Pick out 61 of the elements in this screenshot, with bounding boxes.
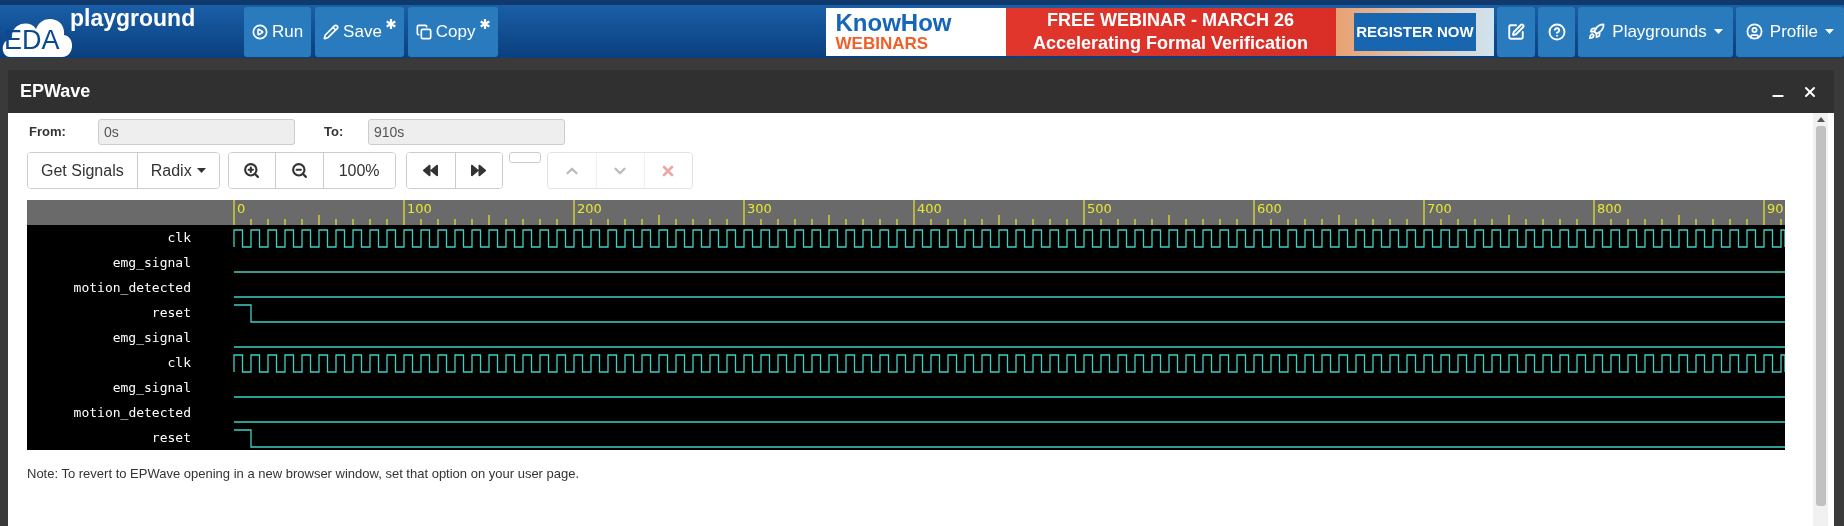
menu-button[interactable]: Profile	[1735, 6, 1844, 57]
banner-headline: FREE WEBINAR - MARCH 26	[1047, 9, 1295, 32]
forward-button[interactable]	[454, 153, 502, 188]
ruler-label: 90	[1767, 201, 1784, 216]
ruler-label: 600	[1257, 201, 1282, 216]
banner-brand: KnowHow	[835, 11, 953, 35]
zoom-in-icon	[243, 162, 261, 179]
signal-name[interactable]: emg_signal	[112, 327, 191, 348]
ruler-label: 500	[1087, 201, 1112, 216]
help-icon	[1547, 22, 1566, 41]
ruler-label: 800	[1597, 201, 1622, 216]
ruler-label: 700	[1427, 201, 1452, 216]
to-label: To:	[324, 123, 345, 142]
toolbar-button[interactable]: Save	[315, 6, 404, 57]
signal-name[interactable]: reset	[151, 427, 191, 448]
ruler-label: 400	[917, 201, 942, 216]
banner-subbrand: WEBINARS	[835, 35, 930, 52]
signal-name[interactable]: motion_detected	[73, 402, 191, 423]
scrollbar-thumb[interactable]	[1815, 126, 1826, 506]
signal-name[interactable]: clk	[167, 352, 191, 373]
banner-subtitle: Accelerating Formal Verification	[1033, 31, 1309, 54]
brand-name: playground	[70, 7, 196, 30]
forward-icon	[471, 163, 487, 178]
from-label: From:	[28, 123, 67, 142]
ruler-label: 100	[407, 201, 432, 216]
caret-icon	[196, 168, 206, 173]
copy-icon	[415, 23, 432, 40]
pencil-icon	[323, 23, 340, 40]
webinar-banner[interactable]: KnowHow WEBINARS FREE WEBINAR - MARCH 26 Accelerating Formal Verification REGISTER NOW	[825, 7, 1495, 56]
toolbar-button[interactable]: Run	[243, 6, 312, 57]
edit-icon	[1507, 22, 1526, 41]
logo-text: EDA	[4, 27, 60, 54]
scrollbar[interactable]	[1813, 113, 1828, 526]
play-icon	[251, 23, 268, 40]
signal-name[interactable]: emg_signal	[112, 252, 191, 273]
toolbar-button[interactable]: Copy	[407, 6, 498, 57]
rewind-icon	[423, 163, 439, 178]
note-text: Note: To revert to EPWave opening in a new browser window, set that option on your user page.	[27, 465, 581, 483]
help-button[interactable]	[1538, 6, 1576, 57]
radix-button[interactable]: Radix	[136, 153, 219, 188]
signal-name[interactable]: emg_signal	[112, 377, 191, 398]
dialog-title: EPWave	[20, 80, 91, 103]
zoom-level-button[interactable]: 100%	[322, 153, 395, 188]
signal-name[interactable]: motion_detected	[73, 277, 191, 298]
scroll-up-icon[interactable]	[1816, 117, 1825, 122]
menu-button[interactable]: Playgrounds	[1578, 6, 1733, 57]
empty-indicator	[508, 152, 541, 163]
ruler-label: 300	[747, 201, 772, 216]
zoom-out-icon	[290, 162, 308, 179]
caret-icon	[1825, 29, 1834, 34]
user-icon	[1745, 23, 1763, 40]
caret-icon	[1713, 29, 1723, 34]
register-button[interactable]: REGISTER NOW	[1353, 12, 1476, 51]
ruler-label: 0	[237, 201, 246, 216]
ruler-label: 200	[577, 201, 602, 216]
signal-name[interactable]: clk	[167, 227, 191, 248]
from-field[interactable]: 0s	[98, 119, 295, 145]
edit-button[interactable]	[1497, 6, 1536, 57]
rocket-icon	[1588, 23, 1606, 40]
signal-name[interactable]: reset	[151, 302, 191, 323]
to-field[interactable]: 910s	[368, 119, 565, 145]
